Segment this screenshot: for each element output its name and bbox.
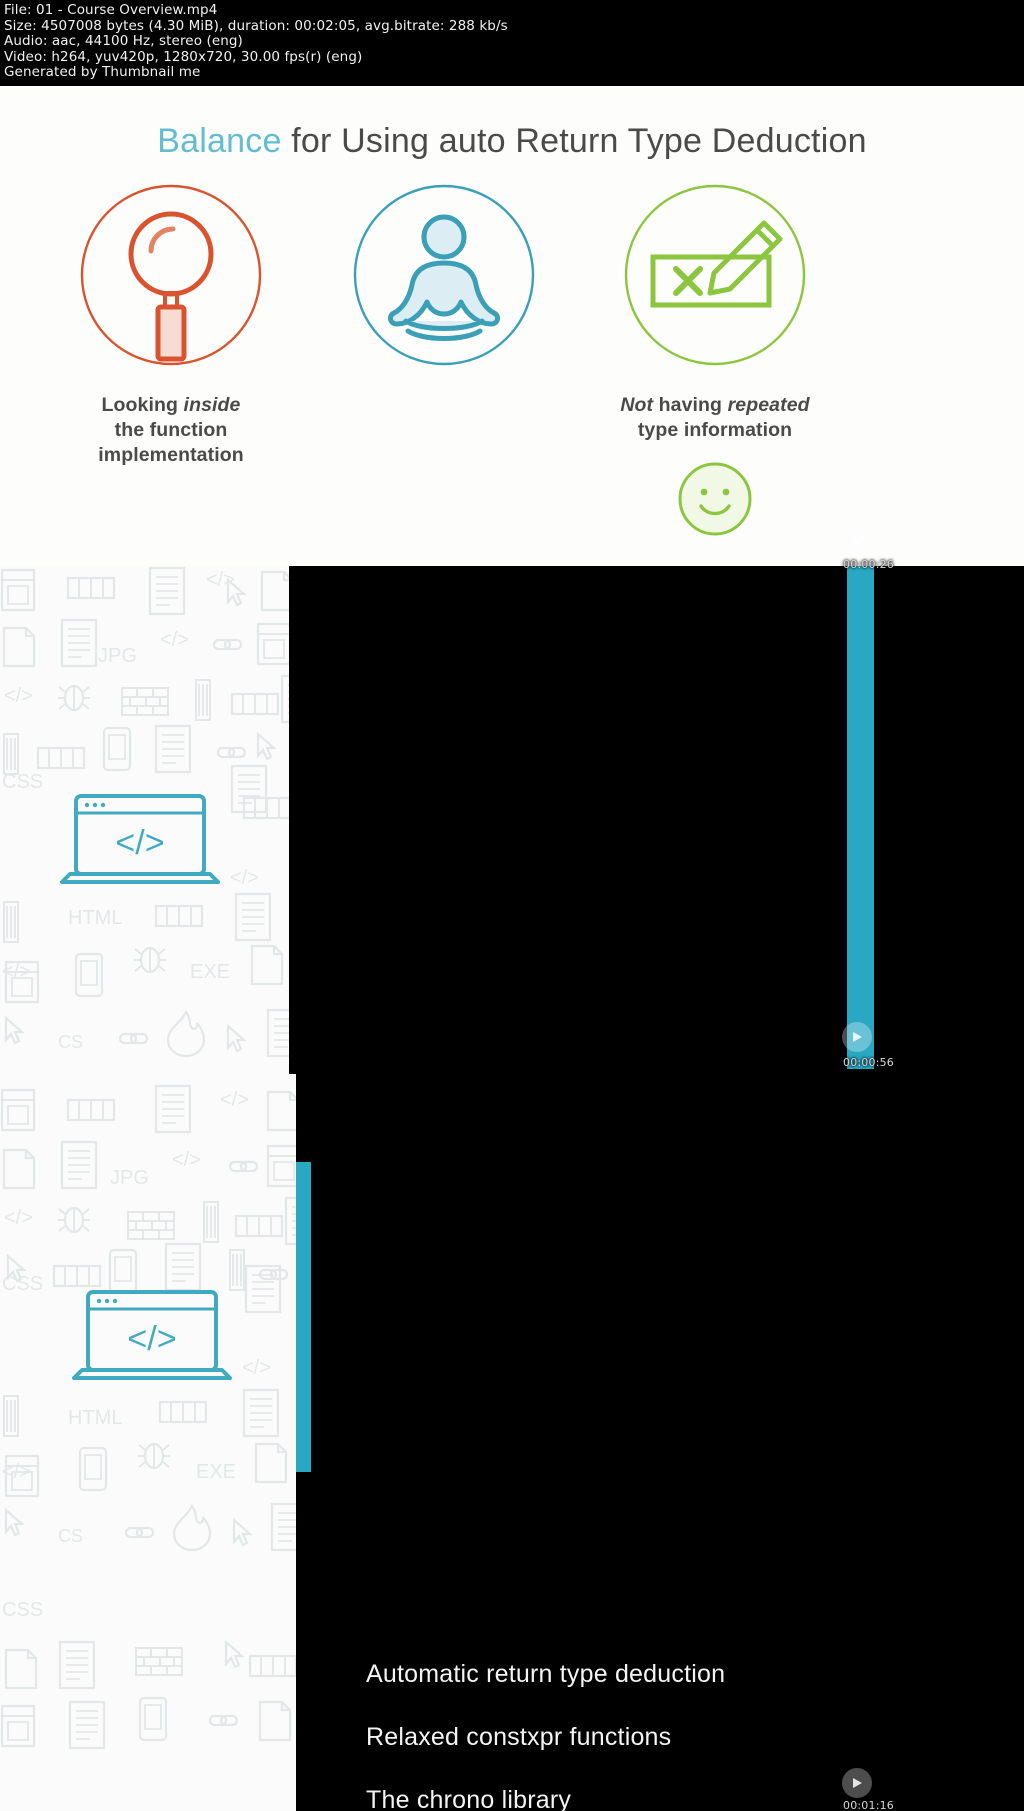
accent-bar-2 bbox=[296, 1162, 311, 1472]
caption-text-3c: repeated bbox=[727, 394, 810, 416]
video-frame-1[interactable] bbox=[289, 566, 1024, 1074]
caption-text-1a: Looking bbox=[101, 394, 184, 416]
svg-text:</>: </> bbox=[220, 1089, 249, 1111]
timestamp-3: 00:01:16 bbox=[843, 1799, 895, 1811]
video-metadata-header: File: 01 - Course Overview.mp4 Size: 450… bbox=[0, 0, 1024, 86]
slide-column-meditation bbox=[314, 181, 574, 369]
play-button-icon[interactable] bbox=[842, 1768, 872, 1798]
caption-text-3a: Not bbox=[620, 394, 654, 416]
caption-text-1c: the function bbox=[114, 419, 228, 441]
svg-text:CS: CS bbox=[58, 1526, 83, 1546]
slide-column-looking-inside: Looking inside the function implementati… bbox=[41, 181, 301, 468]
meta-line-audio: Audio: aac, 44100 Hz, stereo (eng) bbox=[4, 33, 243, 50]
svg-text:</>: </> bbox=[2, 961, 31, 983]
list-item: The chrono library bbox=[366, 1786, 572, 1811]
meditation-icon bbox=[350, 181, 538, 369]
caption-text-1d: implementation bbox=[98, 444, 244, 466]
svg-text:CSS: CSS bbox=[2, 1273, 43, 1295]
svg-text:EXE: EXE bbox=[190, 961, 230, 983]
slide-frame-balance: Balance for Using auto Return Type Deduc… bbox=[0, 86, 1024, 566]
svg-text:CS: CS bbox=[58, 1032, 83, 1052]
thumbnail-contact-sheet: File: 01 - Course Overview.mp4 Size: 450… bbox=[0, 0, 1024, 1811]
svg-text:CSS: CSS bbox=[2, 1599, 43, 1621]
no-repeat-edit-icon bbox=[621, 181, 809, 369]
svg-text:</>: </> bbox=[172, 1149, 201, 1171]
caption-no-repeat: Not having repeated type information bbox=[585, 393, 845, 443]
timestamp-2: 00:00:56 bbox=[843, 1056, 895, 1069]
svg-text:</>: </> bbox=[242, 1357, 271, 1379]
slide-title-rest: for Using auto Return Type Deduction bbox=[281, 122, 867, 160]
meta-line-generator: Generated by Thumbnail me bbox=[4, 64, 201, 81]
timestamp-1: 00:00:26 bbox=[843, 558, 895, 571]
svg-text:HTML: HTML bbox=[68, 907, 122, 929]
list-item: Automatic return type deduction bbox=[366, 1660, 726, 1688]
meta-line-file: File: 01 - Course Overview.mp4 bbox=[4, 2, 218, 18]
svg-text:</>: </> bbox=[230, 867, 259, 889]
play-button-icon[interactable] bbox=[842, 527, 872, 557]
svg-text:HTML: HTML bbox=[68, 1407, 122, 1429]
slide-column-no-repeat: Not having repeated type information bbox=[585, 181, 845, 537]
accent-bar-1 bbox=[847, 566, 874, 1074]
svg-text:JPG: JPG bbox=[110, 1167, 149, 1189]
svg-text:</>: </> bbox=[4, 1207, 33, 1229]
magnifier-icon bbox=[77, 181, 265, 369]
caption-looking-inside: Looking inside the function implementati… bbox=[41, 393, 301, 468]
slide-title: Balance for Using auto Return Type Deduc… bbox=[0, 122, 1024, 161]
caption-text-1b: inside bbox=[183, 394, 241, 416]
caption-text-3b: having bbox=[653, 394, 728, 416]
svg-text:</>: </> bbox=[4, 685, 33, 707]
svg-text:</>: </> bbox=[206, 569, 235, 591]
svg-text:EXE: EXE bbox=[196, 1461, 236, 1483]
caption-text-3d: type information bbox=[637, 419, 793, 441]
slide-title-highlight: Balance bbox=[157, 122, 282, 160]
bullet-list: Automatic return type deduction Relaxed … bbox=[366, 1659, 725, 1811]
play-button-icon[interactable] bbox=[842, 1022, 872, 1052]
svg-text:JPG: JPG bbox=[98, 645, 137, 667]
svg-text:</>: </> bbox=[160, 629, 189, 651]
svg-text:</>: </> bbox=[2, 1461, 31, 1483]
smiley-face-icon bbox=[677, 461, 753, 537]
meta-line-video: Video: h264, yuv420p, 1280x720, 30.00 fp… bbox=[4, 48, 363, 65]
svg-text:CSS: CSS bbox=[2, 771, 43, 793]
list-item: Relaxed constxpr functions bbox=[366, 1723, 672, 1751]
video-frame-2[interactable]: Automatic return type deduction Relaxed … bbox=[296, 1069, 1024, 1811]
meta-line-size: Size: 4507008 bytes (4.30 MiB), duration… bbox=[4, 17, 508, 34]
